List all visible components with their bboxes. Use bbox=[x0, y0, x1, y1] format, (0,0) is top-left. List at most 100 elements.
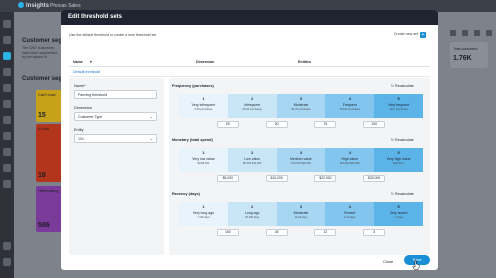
band-range: 75-100 purchases bbox=[339, 108, 361, 111]
recalculate-button[interactable]: ↻Recalculate bbox=[391, 192, 414, 196]
set-name-link[interactable]: Default threshold bbox=[73, 70, 100, 74]
segment-value: 586 bbox=[38, 222, 50, 229]
threshold-input[interactable]: 50 bbox=[265, 121, 288, 128]
filter-icon[interactable] bbox=[462, 30, 468, 36]
forecast-icon[interactable] bbox=[3, 164, 11, 172]
band-range: 25-50 purchases bbox=[242, 108, 262, 111]
total-label: Total customers bbox=[453, 47, 478, 51]
score-band: 2 Low value $5,000-$10,000 bbox=[227, 148, 277, 172]
hand-cursor-icon bbox=[412, 260, 420, 270]
threshold-input[interactable]: $20,000 bbox=[314, 175, 337, 182]
section-title: Frequency (purchases) bbox=[172, 84, 214, 88]
sort-icon[interactable]: ▾ bbox=[90, 60, 92, 64]
band-range: 12-45 days bbox=[294, 216, 308, 219]
set-details-form: Name* Farming threshold Dimension Custom… bbox=[69, 78, 164, 255]
score-number: 5 bbox=[397, 151, 400, 155]
download-icon[interactable] bbox=[474, 30, 480, 36]
threshold-input[interactable]: 160 bbox=[216, 229, 239, 236]
score-band: 4 Recent 3-12 days bbox=[325, 202, 375, 226]
help-icon[interactable] bbox=[3, 242, 11, 250]
recalculate-button[interactable]: ↻Recalculate bbox=[391, 84, 414, 88]
threshold-input[interactable]: $5,000 bbox=[216, 175, 239, 182]
budget-icon[interactable] bbox=[3, 148, 11, 156]
modal-title: Edit threshold sets bbox=[68, 14, 123, 20]
score-band: 5 Very frequent 100+ purchases bbox=[374, 94, 423, 118]
dimension-select[interactable]: Customer Type ⌄ bbox=[74, 112, 157, 121]
score-band: 5 Very high value $30,000+ bbox=[374, 148, 423, 172]
recalculate-button[interactable]: ↻Recalculate bbox=[391, 138, 414, 142]
settings-icon[interactable] bbox=[3, 116, 11, 124]
segment-card[interactable]: Can't lose 15 bbox=[36, 90, 62, 122]
threshold-input[interactable]: $10,000 bbox=[265, 175, 288, 182]
grid-icon[interactable] bbox=[450, 30, 456, 36]
band-range: 0-25 purchases bbox=[194, 108, 213, 111]
create-label: Create new set bbox=[393, 32, 418, 36]
score-number: 2 bbox=[251, 97, 254, 101]
score-band: 3 Moderate 50-75 purchases bbox=[276, 94, 326, 118]
threshold-input[interactable]: $30,000 bbox=[363, 175, 386, 182]
band-range: 50-75 purchases bbox=[291, 108, 311, 111]
segment-value: 18 bbox=[38, 172, 46, 179]
score-number: 5 bbox=[397, 205, 400, 209]
reports-icon[interactable] bbox=[3, 68, 11, 76]
threshold-input[interactable]: 25 bbox=[216, 121, 239, 128]
band-title: Low value bbox=[244, 157, 261, 161]
score-band: 3 Medium value $10,000-$20,000 bbox=[276, 148, 326, 172]
threshold-input[interactable]: 3 bbox=[363, 229, 386, 236]
home-icon[interactable] bbox=[3, 20, 11, 28]
breadcrumb[interactable]: Phocas Sales bbox=[50, 3, 81, 9]
threshold-input[interactable]: 75 bbox=[314, 121, 337, 128]
threshold-input[interactable]: 12 bbox=[314, 229, 337, 236]
segment-label: At risk bbox=[38, 126, 50, 131]
band-title: High value bbox=[341, 157, 359, 161]
tools-icon[interactable] bbox=[3, 132, 11, 140]
entity-select[interactable]: 101 ⌄ bbox=[74, 134, 157, 143]
band-range: $5,000-$10,000 bbox=[243, 162, 262, 165]
band-title: Moderate bbox=[293, 211, 309, 215]
entity-value: 101 bbox=[78, 137, 84, 141]
profile-icon[interactable] bbox=[3, 258, 11, 266]
score-number: 1 bbox=[202, 97, 205, 101]
band-title: Very frequent bbox=[388, 103, 409, 107]
name-input[interactable]: Farming threshold bbox=[74, 90, 157, 99]
section-title: Recency (days) bbox=[172, 192, 200, 196]
plus-icon: + bbox=[420, 32, 426, 38]
chevron-down-icon: ⌄ bbox=[149, 136, 153, 141]
band-title: Very recent bbox=[389, 211, 408, 215]
segment-card[interactable]: Hibernating 586 bbox=[36, 186, 62, 232]
analytics-icon[interactable] bbox=[3, 84, 11, 92]
score-number: 1 bbox=[202, 151, 205, 155]
create-new-set-button[interactable]: Create new set + bbox=[394, 32, 426, 38]
score-number: 2 bbox=[251, 151, 254, 155]
more-icon[interactable] bbox=[486, 30, 492, 36]
insights-icon[interactable] bbox=[3, 52, 11, 60]
sidebar bbox=[0, 12, 14, 278]
modal-description: Use the default threshold or create a ne… bbox=[69, 33, 157, 37]
threshold-input[interactable]: 45 bbox=[265, 229, 288, 236]
score-band: 2 Infrequent 25-50 purchases bbox=[227, 94, 277, 118]
app-logo[interactable]: Insights bbox=[18, 2, 49, 9]
score-band: 1 Very low value $0-$5,000 bbox=[179, 148, 228, 172]
band-range: $30,000+ bbox=[393, 162, 405, 165]
close-button[interactable]: Close bbox=[383, 259, 393, 264]
users-icon[interactable] bbox=[3, 180, 11, 188]
threshold-input[interactable]: 100 bbox=[363, 121, 386, 128]
band-range: $0-$5,000 bbox=[197, 162, 210, 165]
table-row[interactable]: Default threshold bbox=[69, 67, 430, 77]
customers-icon[interactable] bbox=[3, 100, 11, 108]
score-number: 4 bbox=[348, 151, 351, 155]
recalculate-label: Recalculate bbox=[395, 192, 414, 196]
segment-card[interactable]: At risk 18 bbox=[36, 124, 62, 182]
recalculate-label: Recalculate bbox=[395, 84, 414, 88]
chevron-down-icon: ⌄ bbox=[149, 114, 153, 119]
total-customers-card: Total customers 1.76K bbox=[450, 42, 488, 68]
band-range: 100+ purchases bbox=[389, 108, 408, 111]
favorites-icon[interactable] bbox=[3, 36, 11, 44]
column-header-name[interactable]: Name bbox=[73, 60, 83, 64]
segment-value: 15 bbox=[38, 112, 46, 119]
score-bands: 1 Very long ago > 160 days 2 Long ago 45-160 … bbox=[179, 202, 423, 226]
score-band: 1 Very infrequent 0-25 purchases bbox=[179, 94, 228, 118]
band-title: Medium value bbox=[290, 157, 312, 161]
band-range: $10,000-$20,000 bbox=[291, 162, 311, 165]
brand-name: Insights bbox=[26, 3, 50, 9]
